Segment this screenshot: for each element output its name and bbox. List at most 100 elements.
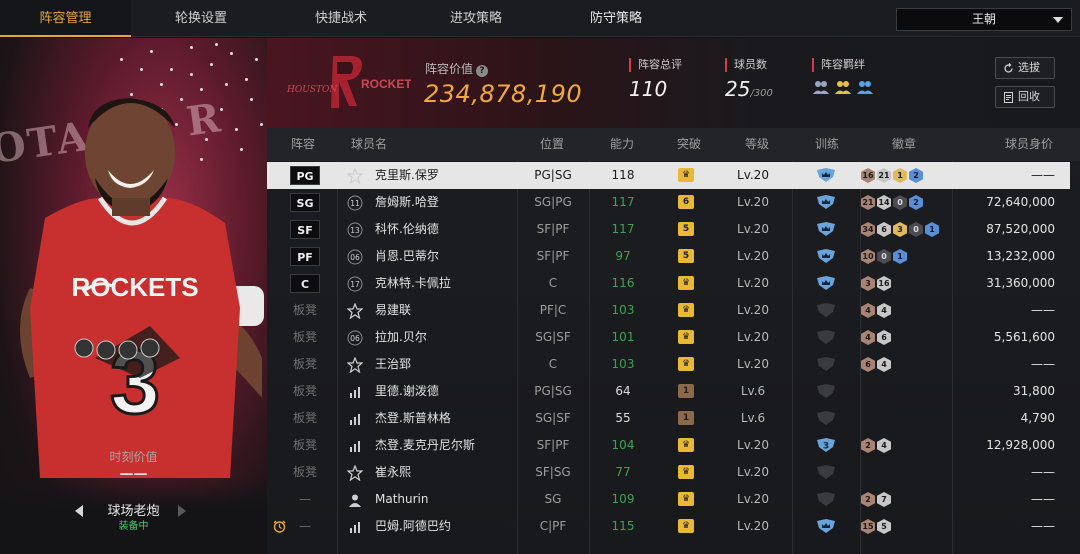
player-value: —— (1031, 357, 1055, 371)
lineup-slot[interactable]: 板凳 (289, 351, 321, 378)
lineup-slot[interactable]: — (289, 513, 321, 540)
player-name: 易建联 (375, 303, 412, 317)
player-count-label: 球员数 (725, 58, 773, 72)
badge-list: 44 (861, 297, 893, 324)
badge-hexagon-icon: 15 (861, 519, 875, 534)
breakthrough-badge: 6 (678, 189, 700, 216)
lineup-slot[interactable]: 板凳 (289, 459, 321, 486)
player-name: 詹姆斯.哈登 (375, 195, 439, 209)
table-row[interactable]: — Mathurin SG 109 ♛ Lv.20 2 7 —— (267, 486, 1070, 513)
table-row[interactable]: 板凳 易建联 PF|C 103 ♛ Lv.20 4 4 —— (267, 297, 1070, 324)
team-header: HOUSTON ROCKETS 阵容价值? 234,878,190 阵容总评 1… (267, 38, 1080, 128)
player-name: 拉加.贝尔 (375, 330, 427, 344)
tier-icon (347, 297, 367, 324)
lineup-slot[interactable]: SG (289, 189, 321, 216)
table-row[interactable]: PG 克里斯.保罗 PG|SG 118 ♛ Lv.20 16 21 1 2 —— (267, 162, 1070, 189)
player-position: C (548, 357, 558, 371)
badge-list: 34 6 3 0 1 (861, 216, 941, 243)
breakthrough-badge: 1 (678, 405, 700, 432)
player-name: 肖恩.巴蒂尔 (375, 249, 439, 263)
player-value: 87,520,000 (986, 222, 1055, 236)
training-shield-icon (815, 189, 839, 216)
breakthrough-badge: 5 (678, 216, 700, 243)
tier-icon (347, 351, 367, 378)
player-position: SG|SF (535, 411, 571, 425)
badge-list: 21 14 0 2 (861, 189, 925, 216)
tab-quick-tactics[interactable]: 快捷战术 (271, 0, 411, 37)
lineup-slot[interactable]: PG (289, 162, 321, 189)
lineup-slot[interactable]: SF (289, 216, 321, 243)
table-row[interactable]: SF 13 科怀.伦纳德 SF|PF 117 5 Lv.20 34 6 3 0 1 87,520,000 (267, 216, 1070, 243)
badge-hexagon-icon: 21 (861, 195, 875, 210)
player-value: —— (1031, 465, 1055, 479)
table-row[interactable]: 板凳 里德.谢泼德 PG|SG 64 1 Lv.6 31,800 (267, 378, 1070, 405)
header-level[interactable]: 等级 (745, 128, 769, 161)
player-position: PG|SG (534, 384, 572, 398)
table-row[interactable]: — 巴姆.阿德巴约 C|PF 115 ♛ Lv.20 15 5 —— (267, 513, 1070, 540)
lineup-slot[interactable]: — (289, 486, 321, 513)
table-row[interactable]: 板凳 杰登.麦克丹尼尔斯 SF|PF 104 ♛ Lv.20 3 2 4 12,928,000 (267, 432, 1070, 459)
player-position: PG|SG (534, 168, 572, 182)
table-row[interactable]: 板凳 杰登.斯普林格 SG|SF 55 1 Lv.6 4,790 (267, 405, 1070, 432)
badge-hexagon-icon: 1 (925, 222, 939, 237)
table-row[interactable]: PF 06 肖恩.巴蒂尔 SF|PF 97 5 Lv.20 10 0 1 13,232,000 (267, 243, 1070, 270)
player-name: 巴姆.阿德巴约 (375, 519, 451, 533)
scout-button[interactable]: 选拔 (995, 57, 1055, 79)
badge-hexagon-icon: 6 (877, 222, 891, 237)
player-count-max: /300 (750, 88, 773, 99)
alarm-clock-icon (273, 520, 286, 533)
tab-rotation-settings[interactable]: 轮换设置 (131, 0, 271, 37)
confetti-spark (230, 52, 233, 55)
table-row[interactable]: SG 11 詹姆斯.哈登 SG|PG 117 6 Lv.20 21 14 0 2 72,640,000 (267, 189, 1070, 216)
player-value: 31,360,000 (986, 276, 1055, 290)
tier-icon (347, 513, 367, 540)
chemistry-group-icon-2[interactable] (834, 78, 852, 96)
training-shield-icon (815, 243, 839, 270)
training-shield-icon (815, 270, 839, 297)
tab-lineup-management[interactable]: 阵容管理 (0, 0, 131, 37)
svg-text:11: 11 (350, 199, 360, 208)
training-shield-icon (815, 378, 839, 405)
training-shield-icon (815, 324, 839, 351)
badge-hexagon-icon: 4 (877, 438, 891, 453)
player-name: Mathurin (375, 492, 429, 506)
tab-offense-strategy[interactable]: 进攻策略 (411, 0, 541, 37)
header-name: 球员名 (351, 137, 388, 151)
lineup-slot[interactable]: PF (289, 243, 321, 270)
lineup-slot[interactable]: 板凳 (289, 297, 321, 324)
breakthrough-badge: ♛ (678, 162, 700, 189)
training-shield-icon (815, 216, 839, 243)
lineup-slot[interactable]: 板凳 (289, 378, 321, 405)
breakthrough-count: 5 (678, 222, 694, 236)
chemistry-group-icon-3[interactable] (856, 78, 874, 96)
player-card[interactable]: OTA CE R ROCKETS 3 时刻价值 —— (0, 38, 267, 554)
header-value[interactable]: 球员身价 (1005, 128, 1053, 161)
lineup-slot[interactable]: 板凳 (289, 432, 321, 459)
player-name: 杰登.斯普林格 (375, 411, 451, 425)
header-ability[interactable]: 能力 (610, 128, 634, 161)
lineup-slot[interactable]: 板凳 (289, 324, 321, 351)
table-row[interactable]: 板凳 崔永熙 SF|SG 77 ♛ Lv.20 —— (267, 459, 1070, 486)
chemistry-group-icon-1[interactable] (812, 78, 830, 96)
breakthrough-badge: ♛ (678, 432, 700, 459)
breakthrough-count: 1 (678, 384, 694, 398)
table-row[interactable]: 板凳 06 拉加.贝尔 SG|SF 101 ♛ Lv.20 4 6 5,561,600 (267, 324, 1070, 351)
crown-icon: ♛ (678, 276, 694, 290)
player-level: Lv.20 (737, 249, 769, 263)
recycle-button[interactable]: 回收 (995, 86, 1055, 108)
table-row[interactable]: C 17 克林特.卡佩拉 C 116 ♛ Lv.20 3 16 31,360,000 (267, 270, 1070, 297)
training-shield-icon: 3 (815, 432, 839, 459)
team-dropdown[interactable]: 王朝 (896, 8, 1072, 31)
player-level: Lv.20 (737, 276, 769, 290)
player-position: SF|PF (536, 249, 570, 263)
player-ability: 118 (611, 168, 635, 182)
help-icon[interactable]: ? (476, 65, 489, 77)
lineup-slot[interactable]: 板凳 (289, 405, 321, 432)
tab-defense-strategy[interactable]: 防守策略 (541, 0, 691, 37)
breakthrough-count: 5 (678, 249, 694, 263)
table-row[interactable]: 板凳 王治郅 C 103 ♛ Lv.20 6 4 —— (267, 351, 1070, 378)
lineup-slot[interactable]: C (289, 270, 321, 297)
badge-list: 24 (861, 432, 893, 459)
breakthrough-badge: ♛ (678, 324, 700, 351)
breakthrough-badge: ♛ (678, 459, 700, 486)
